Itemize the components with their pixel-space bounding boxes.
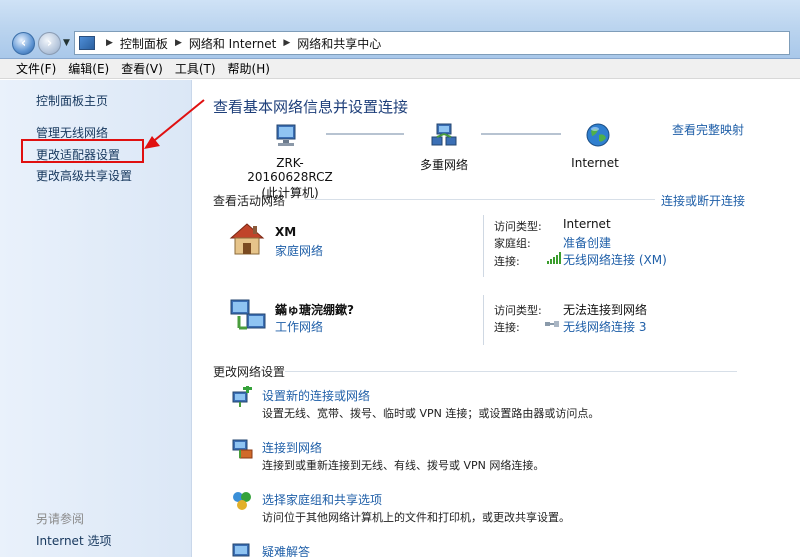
troubleshoot-icon bbox=[232, 543, 250, 557]
multiple-networks-icon bbox=[431, 123, 457, 146]
internet-options-link[interactable]: Internet 选项 bbox=[36, 532, 111, 549]
breadcrumb-control-panel[interactable]: 控制面板 bbox=[120, 35, 168, 52]
computer-name: ZRK-20160628RCZ bbox=[247, 156, 333, 184]
network-name: 鏋ゅ瑭浣绷鏉? bbox=[275, 303, 354, 317]
network-cable-icon bbox=[545, 321, 559, 327]
wireless-connection-3-link[interactable]: 无线网络连接 3 bbox=[563, 318, 646, 335]
access-type-value: 无法连接到网络 bbox=[563, 303, 648, 317]
highlight-box bbox=[21, 139, 144, 163]
chevron-right-icon[interactable]: ▶ bbox=[283, 38, 290, 48]
homegroup-label: 家庭组: bbox=[494, 237, 531, 250]
forward-button[interactable]: › bbox=[38, 32, 61, 55]
section-divider bbox=[285, 371, 737, 372]
menu-file[interactable]: 文件(F) bbox=[16, 60, 56, 77]
task-description: 连接到或重新连接到无线、有线、拨号或 VPN 网络连接。 bbox=[262, 459, 545, 472]
see-also-heading: 另请参阅 bbox=[36, 512, 85, 526]
change-settings-heading: 更改网络设置 bbox=[213, 365, 286, 379]
menu-edit[interactable]: 编辑(E) bbox=[68, 60, 109, 77]
page-title: 查看基本网络信息并设置连接 bbox=[213, 98, 409, 116]
menu-tools[interactable]: 工具(T) bbox=[175, 60, 216, 77]
menu-view[interactable]: 查看(V) bbox=[121, 60, 163, 77]
wifi-signal-icon bbox=[547, 252, 561, 264]
homegroup-link[interactable]: 准备创建 bbox=[563, 234, 611, 251]
network-node-label: 多重网络 bbox=[419, 158, 468, 172]
recent-pages-dropdown[interactable]: ▼ bbox=[63, 38, 70, 48]
access-type-value: Internet bbox=[563, 217, 611, 231]
address-bar[interactable]: ▶ 控制面板 ▶ 网络和 Internet ▶ 网络和共享中心 bbox=[74, 31, 790, 55]
active-networks-heading: 查看活动网络 bbox=[213, 194, 286, 208]
network-name: XM bbox=[275, 225, 297, 239]
setup-connection-link[interactable]: 设置新的连接或网络 bbox=[262, 387, 370, 404]
menu-help[interactable]: 帮助(H) bbox=[228, 60, 270, 77]
troubleshoot-link[interactable]: 疑难解答 bbox=[262, 543, 310, 557]
internet-node-label: Internet bbox=[571, 156, 619, 170]
connector-line bbox=[481, 133, 561, 135]
connection-label: 连接: bbox=[494, 321, 520, 334]
work-network-icon bbox=[230, 299, 266, 330]
chevron-right-icon[interactable]: ▶ bbox=[175, 38, 182, 48]
control-panel-home-link[interactable]: 控制面板主页 bbox=[36, 92, 108, 109]
homegroup-icon bbox=[233, 492, 251, 510]
connector-line bbox=[326, 133, 404, 135]
breadcrumb-network-sharing-center[interactable]: 网络和共享中心 bbox=[297, 35, 381, 52]
computer-icon bbox=[276, 124, 296, 146]
vertical-divider bbox=[483, 215, 484, 277]
home-network-icon bbox=[229, 223, 265, 255]
chevron-right-icon[interactable]: ▶ bbox=[106, 38, 113, 48]
main-content: 查看基本网络信息并设置连接 查看完整映射 ZRK-20160628RCZ (此计… bbox=[193, 80, 800, 557]
network-type-link[interactable]: 工作网络 bbox=[275, 318, 323, 335]
control-panel-icon bbox=[79, 36, 95, 50]
homegroup-sharing-link[interactable]: 选择家庭组和共享选项 bbox=[262, 491, 382, 508]
menu-bar: 文件(F) 编辑(E) 查看(V) 工具(T) 帮助(H) bbox=[0, 59, 800, 79]
new-connection-icon bbox=[232, 386, 252, 407]
task-description: 访问位于其他网络计算机上的文件和打印机，或更改共享设置。 bbox=[262, 511, 570, 524]
internet-globe-icon bbox=[586, 123, 610, 147]
task-description: 设置无线、宽带、拨号、临时或 VPN 连接；或设置路由器或访问点。 bbox=[262, 407, 600, 420]
network-type-link[interactable]: 家庭网络 bbox=[275, 242, 323, 259]
access-type-label: 访问类型: bbox=[494, 220, 542, 233]
breadcrumb-network-internet[interactable]: 网络和 Internet bbox=[189, 35, 276, 52]
multiple-networks-node[interactable]: 多重网络 bbox=[399, 156, 489, 173]
see-full-map-link[interactable]: 查看完整映射 bbox=[672, 121, 744, 138]
internet-node[interactable]: Internet bbox=[555, 156, 635, 170]
connection-label: 连接: bbox=[494, 255, 520, 268]
vertical-divider bbox=[483, 295, 484, 345]
section-divider bbox=[305, 199, 655, 200]
advanced-sharing-link[interactable]: 更改高级共享设置 bbox=[36, 167, 132, 184]
connect-network-icon bbox=[232, 439, 253, 459]
title-bar: ‹ › ▼ ▶ 控制面板 ▶ 网络和 Internet ▶ 网络和共享中心 bbox=[0, 0, 800, 59]
back-button[interactable]: ‹ bbox=[12, 32, 35, 55]
connect-disconnect-link[interactable]: 连接或断开连接 bbox=[661, 192, 745, 209]
wireless-connection-link[interactable]: 无线网络连接 (XM) bbox=[563, 251, 667, 268]
connect-to-network-link[interactable]: 连接到网络 bbox=[262, 439, 322, 456]
access-type-label: 访问类型: bbox=[494, 304, 542, 317]
